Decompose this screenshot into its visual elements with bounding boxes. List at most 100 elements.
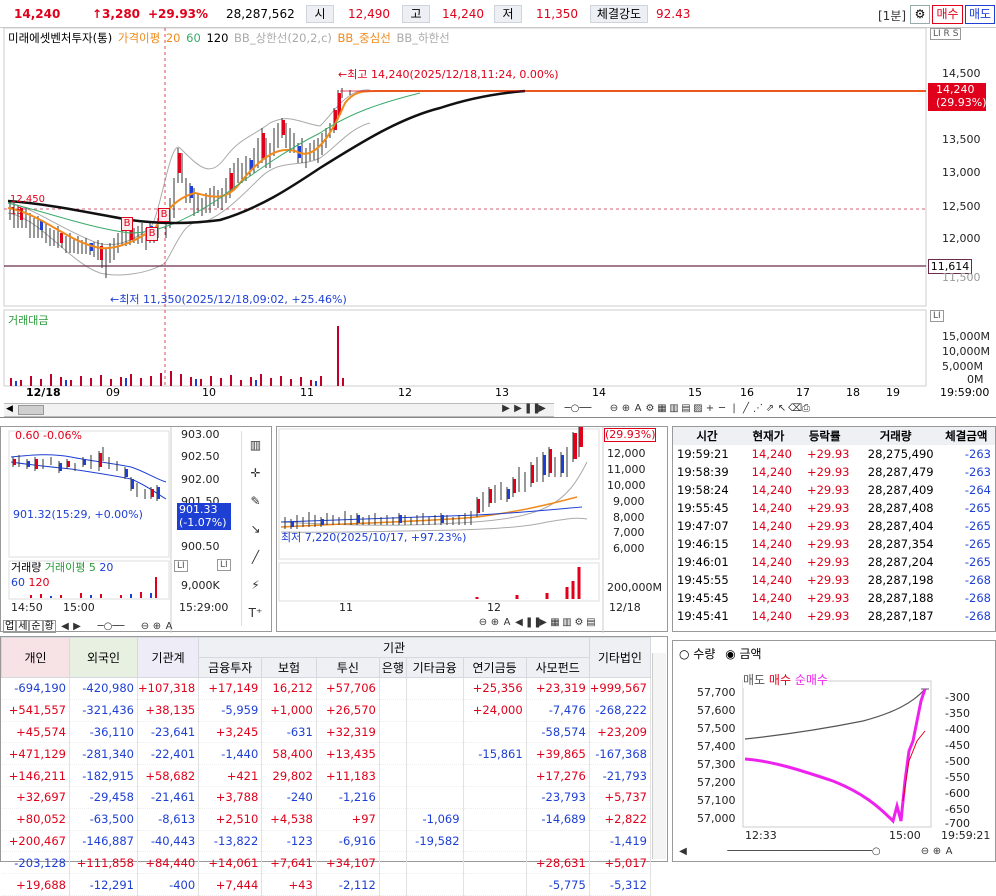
image-icon[interactable]: ▨ [692,403,704,414]
erase-icon[interactable]: ⌫ [788,403,802,414]
col-header[interactable]: 사모펀드 [525,657,590,678]
table-row[interactable]: 19:59:21 14,240 +29.93 28,275,490 -263 [673,445,995,463]
col-header[interactable]: 현재가 [741,427,796,445]
col-header[interactable]: 등락률 [796,427,854,445]
zoom-out-icon[interactable]: ⊖ [608,403,620,414]
arrow-icon[interactable]: ↘ [242,515,269,543]
scroll-left-icon[interactable]: ◀ [6,404,13,414]
col-header[interactable]: 시간 [673,427,741,445]
buy-signal-marker[interactable]: B [121,217,133,231]
table-row[interactable]: 19:55:45 14,240 +29.93 28,287,408 -265 [673,499,995,517]
mini-tab[interactable]: 순 [29,620,43,633]
col-header[interactable]: 개인 [1,637,70,678]
chart-icon[interactable]: ▥ [561,617,573,628]
mini-flag[interactable]: LI [217,559,231,571]
mini-tab[interactable]: 황 [42,620,56,633]
table-row[interactable]: 19:45:45 14,240 +29.93 28,287,188 -268 [673,589,995,607]
zoom-out-icon[interactable]: ⊖ [477,617,489,628]
table-row[interactable]: 19:47:07 14,240 +29.93 28,287,404 -265 [673,517,995,535]
buy-button[interactable]: 매수 [932,5,963,24]
zoom-in-icon[interactable]: ⊕ [151,621,163,632]
table-row[interactable]: +200,467 -146,887 -40,443 -13,822 -123 -6,916… [1,830,652,853]
table-scrollbar[interactable] [652,653,666,859]
zoom-slider[interactable]: ─○── [548,403,608,414]
bar-chart-icon[interactable]: ▥ [242,431,269,459]
text-tool-icon[interactable]: A [501,617,513,628]
scroll-right-icon[interactable]: ▶ [500,403,512,414]
zoom-in-icon[interactable]: ⊕ [931,846,943,857]
step-icon[interactable]: ▶ [536,403,548,414]
zoom-in-icon[interactable]: ⊕ [489,617,501,628]
col-header[interactable]: 기타법인 [588,637,652,678]
cursor-icon[interactable]: ↖ [776,403,788,414]
chart-scrollbar[interactable]: ◀ [4,403,554,417]
daily-chart[interactable]: (29.93%) 12,000 11,000 10,000 9,000 8,00… [276,426,668,633]
text-insert-icon[interactable]: T⁺ [242,599,269,627]
mini-tab[interactable]: 세 [16,620,30,633]
index-mini-chart[interactable]: 0.60 -0.06% 903.00 902.50 902.00 901.50 … [0,426,272,633]
table-row[interactable]: 19:58:39 14,240 +29.93 28,287,479 -263 [673,463,995,481]
main-price-chart[interactable]: 미래에셋벤처투자(통) 가격이평 20 60 120 BB_상한선(20,2,c… [0,28,996,418]
col-header[interactable]: 체결금액 [938,427,995,445]
gear-icon[interactable]: ⚙ [910,5,930,24]
auto-icon[interactable]: ⚡ [242,571,269,599]
grid-icon[interactable]: ▦ [549,617,561,628]
scroll-right-icon[interactable]: ▶ [71,621,83,632]
crosshair-icon[interactable]: + [704,403,716,414]
table-icon[interactable]: ▤ [680,403,692,414]
table-row[interactable]: -694,190 -420,980 +107,318 +17,149 16,212 +57… [1,677,652,700]
flow-scroll-track[interactable]: ────────────────────────○ [689,846,919,857]
pause-icon[interactable]: ❚❚ [524,403,541,414]
line-icon[interactable]: ╱ [242,543,269,571]
scroll-thumb[interactable] [18,405,44,415]
chart-flags[interactable]: LI R S [930,28,962,40]
col-header[interactable]: 연기금등 [462,657,527,678]
text-tool-icon[interactable]: A [632,403,644,414]
hline-icon[interactable]: ─ [716,403,728,414]
zoom-in-icon[interactable]: ⊕ [620,403,632,414]
settings-icon[interactable]: ⚙ [644,403,656,414]
pause-icon[interactable]: ❚❚ [525,617,542,628]
buy-signal-marker[interactable]: B [146,227,158,241]
scroll-left-icon[interactable]: ◀ [59,621,71,632]
vline-icon[interactable]: | [728,403,740,414]
col-header[interactable]: 기타금융 [405,657,464,678]
play-icon[interactable]: ▶ [512,403,524,414]
col-header[interactable]: 금융투자 [198,657,263,678]
text-tool-icon[interactable]: A [943,846,955,857]
trendline-icon[interactable]: ╱ [740,403,752,414]
interval-selector[interactable]: [1분] [878,7,906,24]
col-header[interactable]: 보험 [261,657,317,678]
scroll-left-icon[interactable]: ◀ [513,617,525,628]
mini-flag[interactable]: LI [174,560,188,572]
measure-icon[interactable]: ⇗ [764,403,776,414]
col-header[interactable]: 외국인 [69,637,138,678]
table-row[interactable]: -203,128 +111,858 +84,440 +14,061 +7,641 +34,… [1,851,652,875]
col-header[interactable]: 투신 [315,657,380,678]
table-row[interactable]: 19:45:55 14,240 +29.93 28,287,198 -268 [673,571,995,589]
table-row[interactable]: +45,574 -36,110 -23,641 +3,245 -631 +32,319 -5… [1,721,652,744]
table-row[interactable]: +19,688 -12,291 -400 +7,444 +43 -2,112 -5,775-… [1,873,652,896]
table-row[interactable]: 19:46:01 14,240 +29.93 28,287,204 -265 [673,553,995,571]
buy-signal-marker[interactable]: B [158,208,170,222]
pencil-icon[interactable]: ✎ [242,487,269,515]
table-row[interactable]: 19:58:24 14,240 +29.93 28,287,409 -264 [673,481,995,499]
crosshair-icon[interactable]: ✛ [242,459,269,487]
table-row[interactable]: +32,697 -29,458 -21,461 +3,788 -240 -1,216 -23… [1,786,652,809]
table-row[interactable]: +471,129 -281,340 -22,401 -1,440 58,400 +13,4… [1,742,652,766]
chart-icon[interactable]: ▥ [668,403,680,414]
table-row[interactable]: +541,557 -321,436 +38,135 -5,959 +1,000 +26,5… [1,699,652,722]
print-icon[interactable]: ⎙ [800,403,812,414]
col-header[interactable]: 기관계 [136,637,200,678]
table-row[interactable]: 19:45:41 14,240 +29.93 28,287,187 -268 [673,607,995,625]
fib-icon[interactable]: ⋰ [752,403,764,414]
mini-zoom-slider[interactable]: ─○── [83,621,139,632]
table-row[interactable]: +80,052 -63,500 -8,613 +2,510 +4,538 +97 -1,06… [1,808,652,831]
col-header[interactable]: 거래량 [854,427,938,445]
scroll-right-icon[interactable]: ▶ [537,617,549,628]
sell-button[interactable]: 매도 [965,5,995,24]
scroll-left-icon[interactable]: ◀ [677,846,689,857]
zoom-out-icon[interactable]: ⊖ [919,846,931,857]
col-header[interactable]: 은행 [378,657,407,678]
text-tool-icon[interactable]: A [163,621,175,632]
